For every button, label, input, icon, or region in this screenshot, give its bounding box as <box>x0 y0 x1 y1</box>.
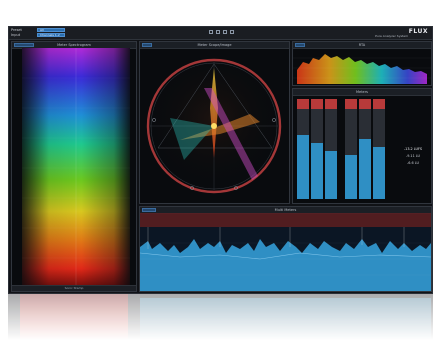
meter-over-zone <box>359 99 371 109</box>
meter-over-zone <box>345 99 357 109</box>
meter-level-bar <box>359 139 371 199</box>
meters-panel[interactable]: Meters -13.2 LUFS -9.11 LU -6.6 LU <box>292 88 432 204</box>
play-icon[interactable] <box>209 30 213 34</box>
scope-panel[interactable]: Meter Scope/Image <box>139 41 290 204</box>
loudness-readout-3: -6.6 LU <box>407 161 419 165</box>
scope-title: Meter Scope/Image <box>197 43 232 47</box>
spectrogram-canvas <box>22 48 130 288</box>
spectrogram-mode-toggle[interactable] <box>14 43 34 47</box>
loudness-readout-1: -13.2 LUFS <box>403 147 423 151</box>
brand-logo: FLUX <box>408 28 428 35</box>
meter-level-bar <box>345 155 357 199</box>
rta-title: RTA <box>358 43 366 47</box>
meter-over-zone <box>373 99 385 109</box>
timeline-mode-toggle[interactable] <box>142 208 156 212</box>
loudness-history-canvas <box>140 213 431 291</box>
spectrogram-panel[interactable]: Meter Spectrogram Sonic Stamp <box>11 41 137 292</box>
timeline-title: Multi Meters <box>274 208 297 212</box>
brand-subtitle: Pure Analyzer System <box>375 34 408 38</box>
timeline-panel[interactable]: Multi Meters <box>139 206 432 292</box>
spectrogram-footer: Sonic Stamp <box>12 285 136 291</box>
meter-over-zone <box>311 99 323 109</box>
meters-title: Meters <box>356 90 368 94</box>
vectorscope-canvas <box>146 58 282 194</box>
title-bar: Preset Input All Channels 1-2 FLUX Pure … <box>9 27 432 40</box>
input-label: Input <box>11 33 21 37</box>
spectrogram-title: Meter Spectrogram <box>57 43 91 47</box>
rta-canvas <box>293 54 431 84</box>
meter-level-bar <box>373 147 385 199</box>
analyzer-window: Preset Input All Channels 1-2 FLUX Pure … <box>8 26 433 294</box>
rta-panel[interactable]: RTA <box>292 41 432 86</box>
meter-over-zone <box>297 99 309 109</box>
loudness-readout-2: -9.11 LU <box>405 154 421 158</box>
meter-over-zone <box>325 99 337 109</box>
settings-icon[interactable] <box>223 30 227 34</box>
window-reflection <box>8 294 433 340</box>
meter-level-bar <box>297 135 309 199</box>
rta-mode-toggle[interactable] <box>295 43 305 47</box>
meter-level-bar <box>325 151 337 199</box>
preset-label: Preset <box>11 28 22 32</box>
scope-mode-toggle[interactable] <box>142 43 152 47</box>
stop-icon[interactable] <box>216 30 220 34</box>
close-icon[interactable] <box>230 30 234 34</box>
input-select[interactable]: Channels 1-2 <box>37 33 65 37</box>
preset-select[interactable]: All <box>37 28 65 32</box>
meter-level-bar <box>311 143 323 199</box>
level-meters <box>297 99 385 199</box>
